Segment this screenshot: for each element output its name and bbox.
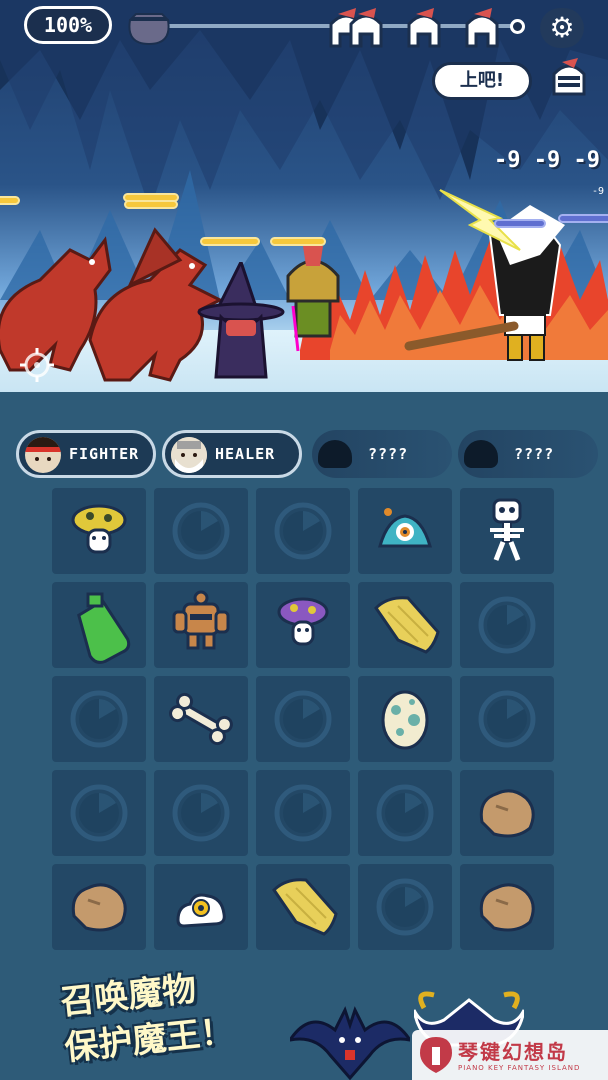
cooldown-timer-icon	[172, 502, 230, 560]
grid-cell[interactable]	[256, 582, 350, 668]
slime-eye-monster-icon	[378, 508, 432, 548]
locked-avatar-icon	[464, 440, 498, 468]
bone-icon	[169, 692, 233, 746]
go-button[interactable]: 上吧!	[432, 62, 532, 100]
grid-cell[interactable]	[52, 864, 146, 950]
ally-hp-bar	[124, 200, 178, 209]
fighter-avatar-icon	[25, 437, 61, 473]
grid-cell[interactable]	[52, 770, 146, 856]
enemy-hp-bar	[558, 214, 608, 223]
cooldown-timer-icon	[376, 878, 434, 936]
grid-cell[interactable]	[256, 676, 350, 762]
ally-hp-bar	[200, 237, 260, 246]
progress-indicator: 100%	[24, 6, 112, 44]
hero-tab-label: ????	[368, 445, 409, 463]
grid-cell[interactable]	[256, 864, 350, 950]
enemy-wave-helmet-icon	[407, 8, 441, 48]
grid-cell[interactable]	[460, 582, 554, 668]
wave-end-marker	[510, 19, 525, 34]
grid-cell[interactable]	[460, 864, 554, 950]
ally-hp-bar	[0, 196, 20, 205]
rock-icon	[479, 789, 535, 838]
hero-tab-locked[interactable]: ????	[458, 430, 598, 478]
damage-number-small: -9	[592, 186, 605, 197]
hero-tab-label: HEALER	[215, 445, 276, 463]
spotted-egg-icon	[381, 690, 429, 750]
locked-avatar-icon	[318, 440, 352, 468]
green-potion-icon	[77, 592, 131, 664]
enemy-hp-bar	[494, 219, 546, 228]
watermark-title: 琴键幻想岛	[458, 1040, 568, 1064]
yellow-cloth-icon	[374, 596, 440, 654]
hero-tab-fighter[interactable]: FIGHTER	[16, 430, 156, 478]
enemy-wave-helmet-icon	[349, 8, 383, 48]
hero-tab-locked[interactable]: ????	[312, 430, 452, 478]
grid-cell[interactable]	[460, 676, 554, 762]
yellow-mushroom-monster-icon	[71, 504, 127, 554]
bat-monster-icon	[290, 1006, 410, 1080]
cooldown-timer-icon	[274, 784, 332, 842]
grid-cell[interactable]	[358, 864, 452, 950]
grid-cell[interactable]	[358, 770, 452, 856]
hero-tab-label: FIGHTER	[69, 445, 140, 463]
grid-cell[interactable]	[256, 770, 350, 856]
cooldown-timer-icon	[172, 784, 230, 842]
cooldown-timer-icon	[478, 596, 536, 654]
pot-icon	[128, 13, 170, 46]
rock-icon	[71, 883, 127, 932]
settings-button[interactable]: ⚙	[540, 8, 584, 48]
cooldown-timer-icon	[70, 784, 128, 842]
grid-cell[interactable]	[460, 488, 554, 574]
grid-cell[interactable]	[52, 676, 146, 762]
summon-grid	[52, 488, 558, 952]
rock-icon	[479, 883, 535, 932]
knight-helmet-icon[interactable]	[548, 56, 590, 98]
healer-avatar-icon	[171, 437, 207, 473]
ally-hp-bar	[270, 237, 326, 246]
grid-cell[interactable]	[154, 582, 248, 668]
grid-cell[interactable]	[154, 676, 248, 762]
scene-divider	[0, 392, 608, 410]
spartan-warrior-monster	[286, 246, 340, 352]
skeleton-monster-icon	[490, 498, 524, 561]
cooldown-timer-icon	[376, 784, 434, 842]
damage-numbers: -9 -9 -9	[494, 148, 600, 173]
watermark: 琴键幻想岛 PIANO KEY FANTASY ISLAND	[412, 1030, 608, 1080]
hero-tab-healer[interactable]: HEALER	[162, 430, 302, 478]
club-weapon	[404, 321, 519, 351]
grid-cell[interactable]	[52, 582, 146, 668]
battle-scene: -9 -9 -9 -9 100% ⚙ 上吧!	[0, 0, 608, 410]
grid-cell[interactable]	[358, 676, 452, 762]
enemy-wave-helmet-icon	[465, 8, 499, 48]
cooldown-timer-icon	[274, 502, 332, 560]
cooldown-timer-icon	[274, 690, 332, 748]
cooldown-timer-icon	[70, 690, 128, 748]
target-reticle-icon[interactable]	[20, 348, 54, 382]
grid-cell[interactable]	[154, 488, 248, 574]
watermark-subtitle: PIANO KEY FANTASY ISLAND	[458, 1064, 581, 1072]
golem-monster-icon	[172, 590, 230, 650]
grid-cell[interactable]	[52, 488, 146, 574]
witch-monster	[197, 262, 285, 379]
cooldown-timer-icon	[478, 690, 536, 748]
fried-egg-eye-monster-icon	[176, 893, 226, 928]
grid-cell[interactable]	[358, 582, 452, 668]
gear-icon: ⚙	[549, 11, 575, 44]
grid-cell[interactable]	[358, 488, 452, 574]
hero-tab-label: ????	[514, 445, 555, 463]
watermark-logo-icon	[420, 1037, 452, 1073]
grid-cell[interactable]	[460, 770, 554, 856]
purple-mushroom-monster-icon	[277, 597, 329, 646]
grid-cell[interactable]	[154, 770, 248, 856]
grid-cell[interactable]	[154, 864, 248, 950]
yellow-cloth-icon	[272, 878, 338, 936]
grid-cell[interactable]	[256, 488, 350, 574]
